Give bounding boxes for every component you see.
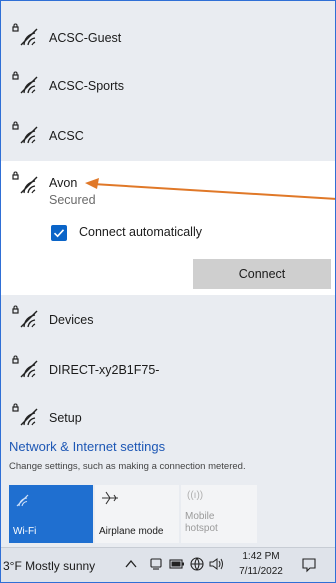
network-settings-description: Change settings, such as making a connec… — [9, 461, 246, 472]
network-settings-link[interactable]: Network & Internet settings — [9, 439, 165, 454]
wifi-tile-label: Wi-Fi — [13, 526, 37, 537]
network-status: Secured — [49, 193, 96, 207]
wifi-icon — [16, 494, 29, 507]
weather-widget[interactable]: 3°F Mostly sunny — [3, 559, 95, 573]
network-name: DIRECT-xy2B1F75- — [49, 363, 160, 377]
taskbar: 3°F Mostly sunny 1:42 PM 7/11/2022 — [1, 547, 335, 582]
connect-automatically-label: Connect automatically — [79, 225, 202, 239]
secured-wifi-icon — [12, 171, 38, 194]
mobile-hotspot-label: Mobile hotspot — [185, 511, 218, 534]
network-item-acsc-sports[interactable]: ACSC-Sports — [1, 61, 335, 105]
network-item-direct[interactable]: DIRECT-xy2B1F75- — [1, 345, 335, 389]
network-item-acsc-guest[interactable]: ACSC-Guest — [1, 13, 335, 57]
battery-icon[interactable] — [169, 558, 185, 570]
secured-wifi-icon — [12, 355, 38, 378]
wifi-flyout: ACSC-Guest ACSC-Sports ACSC Avon Secured… — [0, 0, 336, 583]
network-name: ACSC-Sports — [49, 79, 125, 93]
wifi-toggle-tile[interactable]: Wi-Fi — [9, 485, 93, 543]
checkmark-icon — [53, 229, 65, 238]
network-name: ACSC — [49, 129, 84, 143]
connect-button[interactable]: Connect — [193, 259, 331, 289]
network-item-devices[interactable]: Devices — [1, 295, 335, 339]
secured-wifi-icon — [12, 23, 38, 46]
network-item-acsc[interactable]: ACSC — [1, 111, 335, 155]
chevron-up-icon[interactable] — [125, 559, 137, 569]
clock-date[interactable]: 7/11/2022 — [237, 566, 285, 577]
network-name: Devices — [49, 313, 94, 327]
secured-wifi-icon — [12, 121, 38, 144]
mobile-hotspot-tile[interactable]: ((ı)) Mobile hotspot — [181, 485, 257, 543]
connect-automatically-checkbox[interactable] — [51, 225, 67, 241]
volume-icon[interactable] — [209, 557, 225, 571]
secured-wifi-icon — [12, 71, 38, 94]
notifications-icon[interactable] — [301, 557, 317, 573]
meet-now-icon[interactable] — [149, 557, 163, 571]
airplane-icon — [102, 491, 118, 505]
network-item-avon-expanded[interactable]: Avon Secured Connect automatically Conne… — [1, 161, 335, 295]
clock-time[interactable]: 1:42 PM — [241, 551, 281, 562]
airplane-mode-tile[interactable]: Airplane mode — [95, 485, 179, 543]
hotspot-icon: ((ı)) — [187, 490, 204, 501]
network-name: ACSC-Guest — [49, 31, 122, 45]
network-globe-icon[interactable] — [189, 556, 205, 572]
network-name: Setup — [49, 411, 82, 425]
secured-wifi-icon — [12, 305, 38, 328]
network-item-setup[interactable]: Setup — [1, 393, 335, 437]
secured-wifi-icon — [12, 403, 38, 426]
airplane-mode-label: Airplane mode — [99, 526, 164, 537]
network-name: Avon — [49, 176, 78, 190]
